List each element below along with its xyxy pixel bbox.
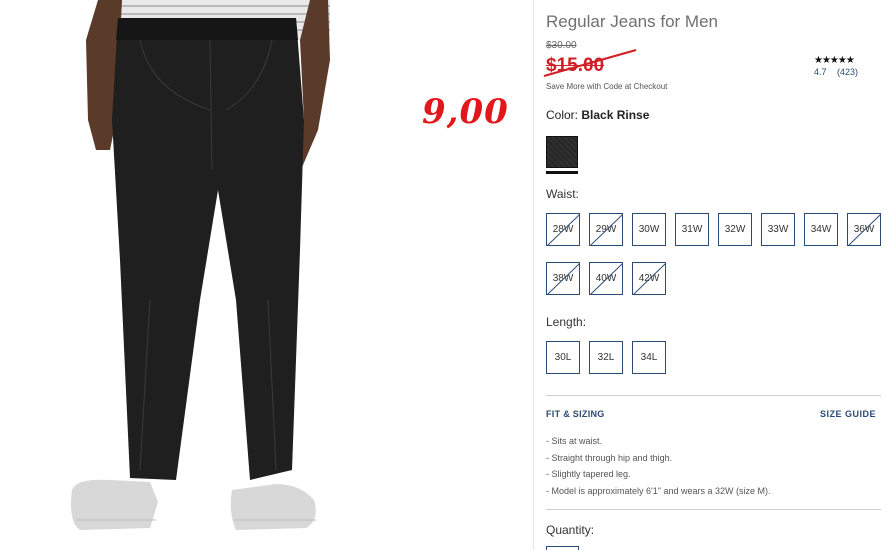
fit-sizing-heading[interactable]: FIT & SIZING bbox=[546, 409, 605, 419]
rating-score: 4.7 bbox=[814, 67, 827, 77]
rating-meta: 4.7 (423) bbox=[814, 67, 874, 77]
length-label: Length: bbox=[546, 315, 587, 329]
swatch-selected-indicator bbox=[546, 171, 578, 174]
size-option-30w[interactable]: 30W bbox=[632, 213, 666, 246]
list-item: Sits at waist. bbox=[546, 433, 771, 450]
size-guide-link[interactable]: SIZE GUIDE bbox=[820, 409, 876, 419]
list-item: Slightly tapered leg. bbox=[546, 466, 771, 483]
handwritten-price-annotation: 9,00 bbox=[422, 92, 509, 132]
size-option-33w[interactable]: 33W bbox=[761, 213, 795, 246]
divider bbox=[546, 509, 881, 510]
color-value: Black Rinse bbox=[581, 108, 650, 122]
product-details-panel: Regular Jeans for Men $30.00 $15.00 Save… bbox=[543, 0, 882, 550]
model-in-jeans-image bbox=[71, 0, 330, 530]
size-option-40w[interactable]: 40W bbox=[589, 262, 623, 295]
size-option-29w[interactable]: 29W bbox=[589, 213, 623, 246]
list-item: Straight through hip and thigh. bbox=[546, 450, 771, 467]
quantity-label: Quantity: bbox=[546, 523, 595, 537]
rating[interactable]: ★★★★★ 4.7 (423) bbox=[814, 55, 874, 77]
size-option-30l[interactable]: 30L bbox=[546, 341, 580, 374]
color-swatch-black-rinse[interactable] bbox=[546, 136, 578, 168]
color-label: Color: bbox=[546, 108, 579, 122]
size-option-32l[interactable]: 32L bbox=[589, 341, 623, 374]
list-item: Model is approximately 6'1" and wears a … bbox=[546, 483, 771, 500]
size-option-34w[interactable]: 34W bbox=[804, 213, 838, 246]
product-title: Regular Jeans for Men bbox=[546, 12, 718, 31]
size-option-42w[interactable]: 42W bbox=[632, 262, 666, 295]
color-selection: Color: Black Rinse bbox=[546, 108, 649, 122]
fit-details-list: Sits at waist. Straight through hip and … bbox=[546, 433, 771, 499]
review-count[interactable]: (423) bbox=[837, 67, 858, 77]
divider bbox=[533, 0, 534, 550]
quantity-selector[interactable] bbox=[546, 546, 579, 550]
divider bbox=[546, 395, 881, 396]
size-option-32w[interactable]: 32W bbox=[718, 213, 752, 246]
product-photo bbox=[0, 0, 410, 550]
promo-text: Save More with Code at Checkout bbox=[546, 82, 668, 91]
size-option-28w[interactable]: 28W bbox=[546, 213, 580, 246]
size-option-31w[interactable]: 31W bbox=[675, 213, 709, 246]
size-option-34l[interactable]: 34L bbox=[632, 341, 666, 374]
size-option-38w[interactable]: 38W bbox=[546, 262, 580, 295]
star-rating-icon: ★★★★★ bbox=[814, 55, 855, 66]
sale-price: $15.00 bbox=[546, 55, 605, 76]
product-page: 9,00 Regular Jeans for Men $30.00 $15.00… bbox=[0, 0, 886, 550]
waist-label: Waist: bbox=[546, 187, 579, 201]
original-price: $30.00 bbox=[546, 40, 577, 51]
size-option-36w[interactable]: 36W bbox=[847, 213, 881, 246]
